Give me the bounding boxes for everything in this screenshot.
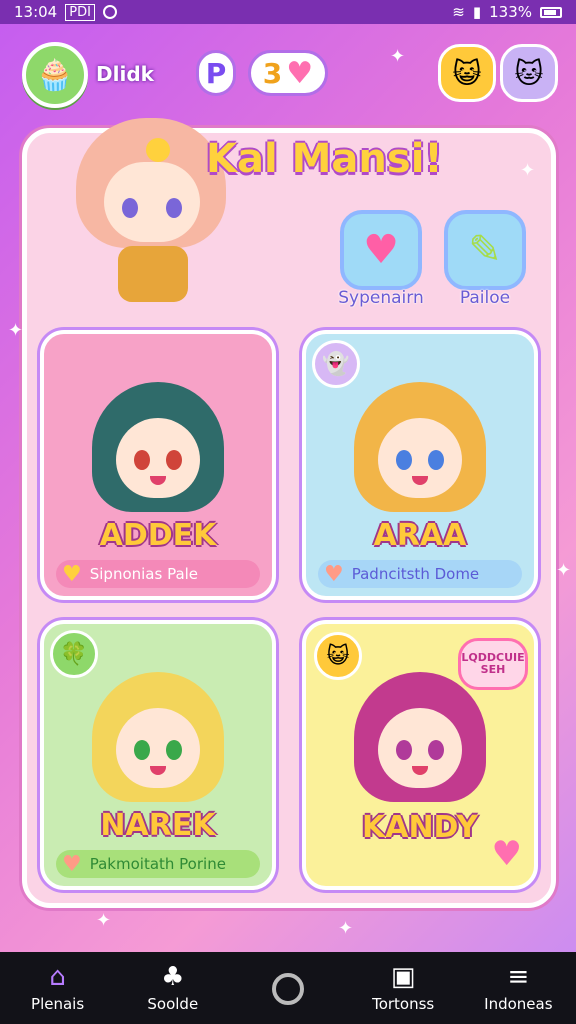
battery-icon: [540, 6, 562, 18]
character-tag: ♥ Padncitsth Dome: [318, 560, 522, 588]
eye: [428, 450, 444, 470]
nav-label: Plenais: [31, 995, 85, 1013]
hero-face: [104, 162, 200, 242]
character-portrait: [88, 374, 228, 514]
currency-label: P: [205, 56, 227, 90]
heart-icon: ♥: [286, 55, 314, 91]
pet-purple-button[interactable]: 🐱: [500, 44, 558, 102]
eye: [428, 740, 444, 760]
eye: [396, 450, 412, 470]
cake-icon: 🧁: [36, 57, 74, 93]
sparkle-icon: ✦: [96, 910, 112, 931]
heart-icon: ♥: [62, 561, 82, 587]
cat-badge-icon: 😺: [314, 632, 362, 680]
hero-bow: [146, 138, 170, 162]
shop-button-heart[interactable]: ♥: [340, 210, 422, 290]
face: [378, 708, 462, 788]
character-name: NAREK: [100, 808, 216, 843]
eye: [166, 450, 182, 470]
eye: [396, 740, 412, 760]
character-card-kandy[interactable]: 😺 LQDDCUIE SEH KANDY ♥: [302, 620, 538, 890]
sparkle-icon: ✦: [556, 560, 572, 581]
user-name: Dlidk: [96, 62, 154, 86]
pet-yellow-button[interactable]: 😺: [438, 44, 496, 102]
character-portrait: [350, 374, 490, 514]
heart-icon[interactable]: ♥: [492, 834, 522, 874]
nav-tree[interactable]: ♣ Soolde: [118, 963, 228, 1013]
nav-stack[interactable]: ≡ Indoneas: [463, 963, 573, 1013]
sparkle-icon: ✦: [338, 918, 354, 939]
character-tag-label: Sipnonias Pale: [89, 565, 199, 583]
board-title: Kal Mansi!: [206, 136, 443, 182]
shop-label-1: Sypenairn: [338, 288, 424, 308]
leaf-badge-icon: 🍀: [50, 630, 98, 678]
profile-avatar[interactable]: 🧁: [22, 42, 88, 108]
shop-button-bottle[interactable]: ✎: [444, 210, 526, 290]
character-tag-label: Padncitsth Dome: [351, 565, 480, 583]
eye: [134, 450, 150, 470]
speech-bubble: LQDDCUIE SEH: [458, 638, 528, 690]
sparkle-icon: ✦: [390, 46, 406, 67]
character-tag-label: Pakmoitath Porine: [89, 855, 226, 873]
bottom-nav: ⌂ Plenais ♣ Soolde ▣ Tortonss ≡ Indoneas: [0, 952, 576, 1024]
character-name: ADDEK: [99, 518, 217, 553]
nav-label: Soolde: [147, 995, 199, 1013]
heart-icon: ♥: [62, 851, 82, 877]
face: [116, 418, 200, 498]
sparkle-icon: ✦: [520, 160, 536, 181]
heart-icon: ♥: [324, 561, 344, 587]
status-bar: 13:04 PDI ≋ ▮ 133%: [0, 0, 576, 24]
currency-pill[interactable]: P: [196, 50, 236, 96]
stack-icon: ≡: [507, 962, 530, 992]
hearts-pill[interactable]: 3 ♥: [248, 50, 328, 96]
character-card-araa[interactable]: 👻 ARAA ♥ Padncitsth Dome: [302, 330, 538, 600]
nav-label: Tortonss: [372, 995, 435, 1013]
hero-body: [118, 246, 188, 302]
cat-face-icon: 🐱: [514, 56, 544, 90]
character-tag: ♥ Sipnonias Pale: [56, 560, 260, 588]
status-badge: PDI: [65, 3, 95, 21]
status-time: 13:04: [14, 3, 58, 21]
cat-face-icon: 😺: [452, 56, 482, 90]
face: [116, 708, 200, 788]
eye: [134, 740, 150, 760]
tree-icon: ♣: [161, 962, 185, 992]
notification-icon: [102, 5, 117, 19]
hearts-count: 3: [262, 56, 283, 90]
circle-icon: [271, 973, 304, 1005]
home-icon: ⌂: [49, 962, 66, 992]
character-portrait: [350, 664, 490, 804]
nav-tv[interactable]: ▣ Tortonss: [348, 963, 458, 1013]
wifi-icon: ≋: [452, 3, 465, 21]
tv-icon: ▣: [390, 962, 416, 992]
nav-home[interactable]: ⌂ Plenais: [3, 963, 113, 1013]
sparkle-icon: ✦: [8, 320, 24, 341]
character-name: ARAA: [373, 518, 467, 553]
bottle-icon: ✎: [468, 227, 502, 273]
character-card-narek[interactable]: 🍀 NAREK ♥ Pakmoitath Porine: [40, 620, 276, 890]
signal-icon: ▮: [472, 3, 482, 21]
character-card-addek[interactable]: ADDEK ♥ Sipnonias Pale: [40, 330, 276, 600]
hero-eye-left: [122, 198, 138, 218]
heart-icon: ♥: [363, 227, 399, 273]
eye: [166, 740, 182, 760]
character-tag: ♥ Pakmoitath Porine: [56, 850, 260, 878]
nav-label: Indoneas: [484, 995, 553, 1013]
header: 🧁 Dlidk P 3 ♥ 😺 🐱: [0, 30, 576, 120]
nav-center[interactable]: [233, 971, 343, 1005]
character-portrait: [88, 664, 228, 804]
shop-label-2: Pailoe: [459, 288, 511, 308]
face: [378, 418, 462, 498]
ghost-badge-icon: 👻: [312, 340, 360, 388]
hero-eye-right: [166, 198, 182, 218]
battery-percent: 133%: [489, 3, 532, 21]
